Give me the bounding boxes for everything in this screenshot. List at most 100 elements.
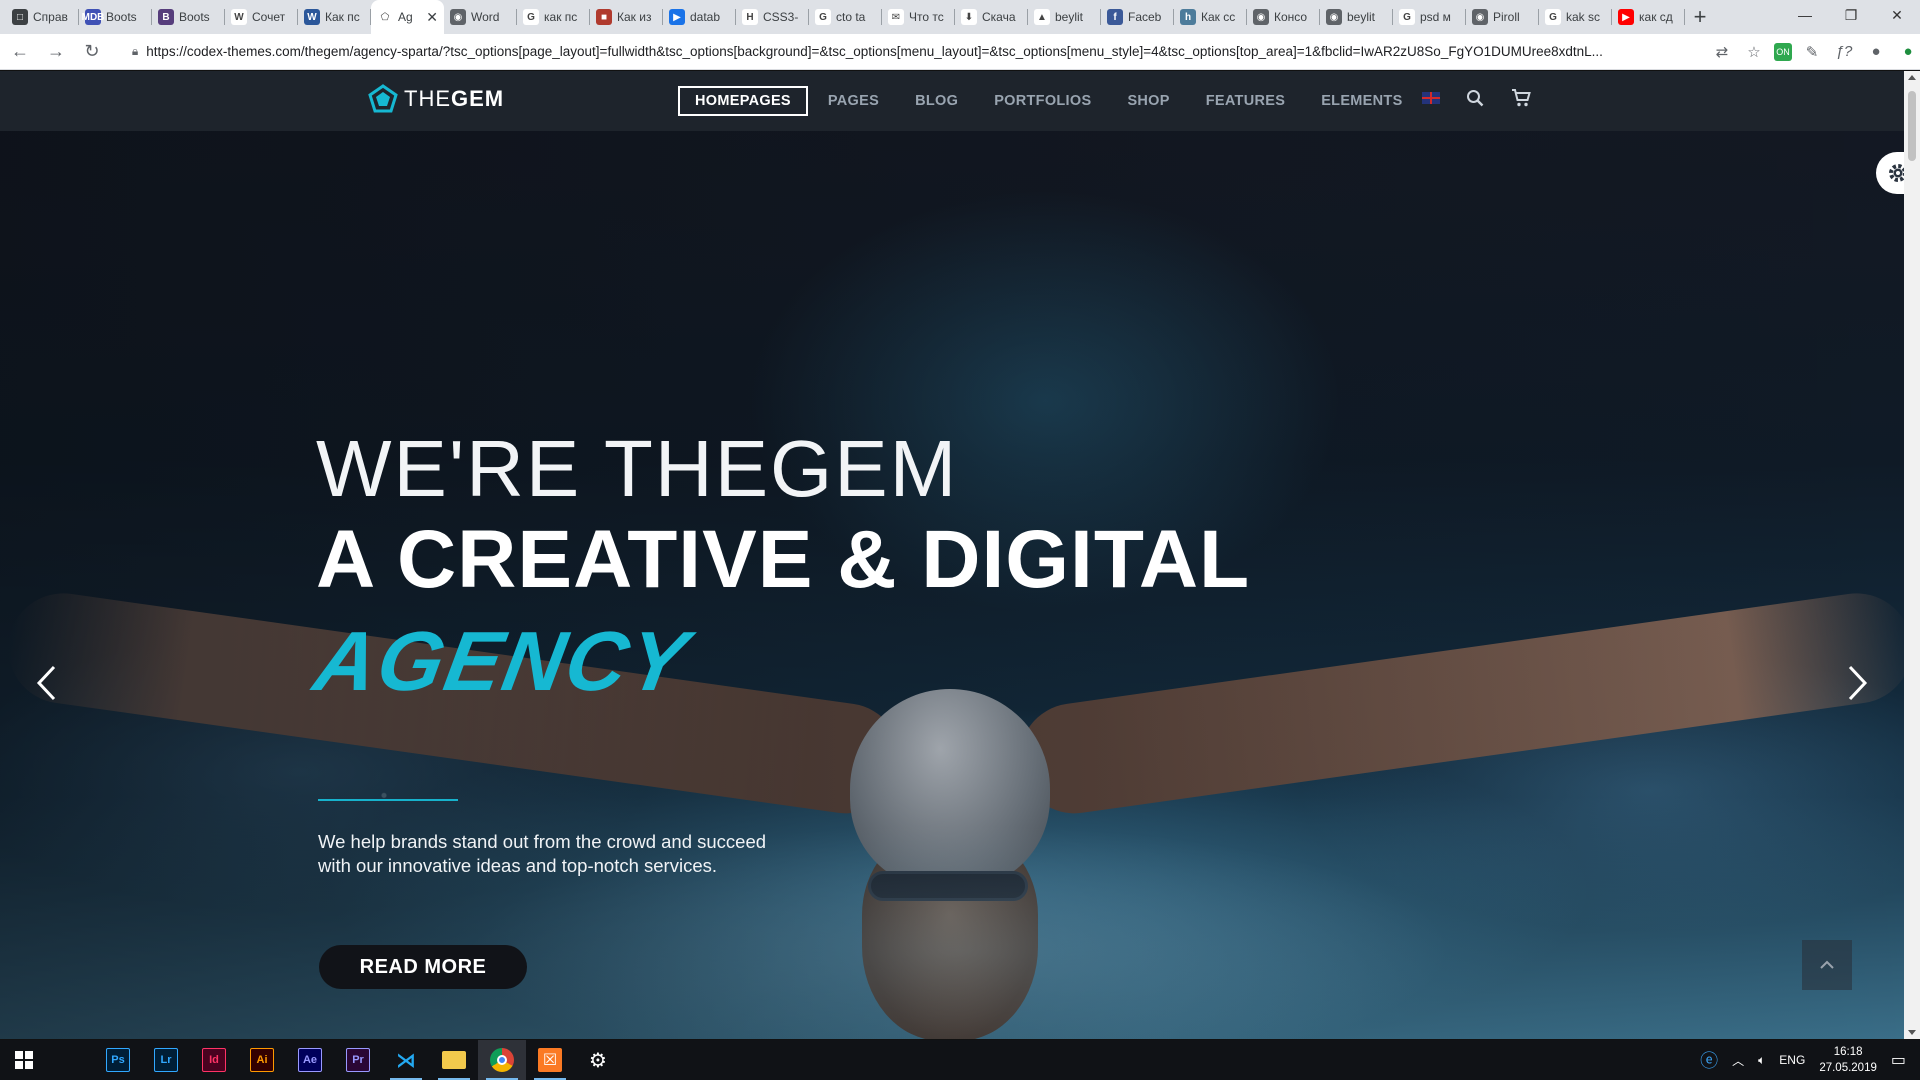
- nav-item-homepages[interactable]: HOMEPAGES: [678, 86, 808, 116]
- scroll-down-arrow-icon[interactable]: [1908, 1030, 1916, 1035]
- nav-item-shop[interactable]: SHOP: [1109, 86, 1187, 116]
- browser-tab[interactable]: ◉ Консо: [1247, 0, 1320, 34]
- hero-description-line1: We help brands stand out from the crowd …: [318, 831, 767, 852]
- browser-tab[interactable]: ■ Как из: [590, 0, 663, 34]
- flag-icon: ▶: [669, 9, 685, 25]
- google-icon: G: [815, 9, 831, 25]
- profile-icon[interactable]: ●: [1864, 40, 1888, 64]
- browser-tab[interactable]: ⬇ Скача: [955, 0, 1028, 34]
- formula-extension-icon[interactable]: ƒ?: [1832, 40, 1856, 64]
- browser-tab[interactable]: Gкак пс: [517, 0, 590, 34]
- eyedropper-icon[interactable]: ✎: [1800, 40, 1824, 64]
- show-hidden-icons-chevron-icon[interactable]: ︿: [1732, 1052, 1744, 1069]
- browser-tab[interactable]: H CSS3-: [736, 0, 809, 34]
- download-icon: ⬇: [961, 9, 977, 25]
- forward-icon[interactable]: →: [40, 36, 72, 68]
- browser-tab[interactable]: B Boots: [152, 0, 225, 34]
- windows-taskbar: Ps Lr Id Ai Ae Pr ⋊ ☒ ⚙ ⓔ ︿ 🔈︎ ENG 16:18 27.05.2…: [0, 1040, 1920, 1080]
- taskbar-app[interactable]: Ps: [94, 1040, 142, 1080]
- browser-tab[interactable]: W Как пс: [298, 0, 371, 34]
- thegem-icon: ⬠: [377, 9, 393, 25]
- logo-text: THEGEM: [404, 86, 505, 111]
- close-window-button[interactable]: ✕: [1874, 0, 1920, 30]
- page-scrollbar[interactable]: [1904, 71, 1920, 1039]
- translate-icon[interactable]: ⇄: [1710, 40, 1734, 64]
- browser-tab[interactable]: Gcto ta: [809, 0, 882, 34]
- taskbar-app[interactable]: Ae: [286, 1040, 334, 1080]
- nav-item-features[interactable]: FEATURES: [1188, 86, 1303, 116]
- extension-icon[interactable]: ON: [1774, 42, 1793, 61]
- update-icon[interactable]: ●: [1896, 40, 1920, 64]
- browser-tab[interactable]: Gpsd м: [1393, 0, 1466, 34]
- search-icon[interactable]: [1464, 87, 1486, 109]
- read-more-button[interactable]: READ MORE: [319, 945, 527, 989]
- browser-tab[interactable]: ▶ datab: [663, 0, 736, 34]
- premiere-icon: Pr: [346, 1048, 370, 1072]
- browser-tab[interactable]: □ Справ: [6, 0, 79, 34]
- nav-item-blog[interactable]: BLOG: [897, 86, 976, 116]
- browser-tab[interactable]: Gkak sc: [1539, 0, 1612, 34]
- taskbar-app[interactable]: ⚙: [574, 1040, 622, 1080]
- taskbar-app[interactable]: ☒: [526, 1040, 574, 1080]
- lock-icon: 🔒︎: [131, 44, 139, 58]
- nav-item-elements[interactable]: ELEMENTS: [1303, 86, 1420, 116]
- bookmark-star-icon[interactable]: ☆: [1742, 40, 1766, 64]
- action-center-icon[interactable]: ▭: [1891, 1050, 1906, 1070]
- scroll-to-top-button[interactable]: [1802, 940, 1852, 990]
- browser-tab[interactable]: ◉ beylit: [1320, 0, 1393, 34]
- file-explorer-icon: [442, 1051, 466, 1069]
- edge-notification-icon[interactable]: ⓔ: [1700, 1047, 1718, 1073]
- taskbar-app[interactable]: [478, 1040, 526, 1080]
- browser-tab[interactable]: W Сочет: [225, 0, 298, 34]
- taskbar-app[interactable]: Id: [190, 1040, 238, 1080]
- url-text: https://codex-themes.com/thegem/agency-s…: [146, 44, 1603, 59]
- cart-icon[interactable]: [1510, 87, 1532, 109]
- browser-tab[interactable]: ✉ Что тс: [882, 0, 955, 34]
- chat-icon: □: [12, 9, 28, 25]
- new-tab-button[interactable]: +: [1685, 0, 1715, 34]
- browser-tab[interactable]: ▲ beylit: [1028, 0, 1101, 34]
- volume-icon[interactable]: 🔈︎: [1758, 1053, 1765, 1068]
- browser-toolbar: ← → ↻ 🔒︎ https://codex-themes.com/thegem…: [0, 34, 1920, 70]
- browser-tab[interactable]: h Как сс: [1174, 0, 1247, 34]
- slider-prev-arrow-icon[interactable]: [26, 659, 66, 707]
- taskbar-app[interactable]: ⋊: [382, 1040, 430, 1080]
- minimize-button[interactable]: —: [1782, 0, 1828, 30]
- windows-start-icon[interactable]: [0, 1040, 48, 1080]
- nav-item-pages[interactable]: PAGES: [810, 86, 897, 116]
- address-bar[interactable]: 🔒︎ https://codex-themes.com/thegem/agenc…: [122, 38, 1700, 66]
- taskbar-app[interactable]: Lr: [142, 1040, 190, 1080]
- globe-icon: ◉: [1326, 9, 1342, 25]
- site-header: THEGEM HOMEPAGES PAGES BLOG PORTFOLIOS SHOP F…: [0, 71, 1920, 131]
- habr-icon: h: [1180, 9, 1196, 25]
- system-clock[interactable]: 16:18 27.05.2019: [1819, 1044, 1877, 1076]
- clock-date: 27.05.2019: [1819, 1062, 1877, 1074]
- browser-tab[interactable]: ◉ Word: [444, 0, 517, 34]
- slider-next-arrow-icon[interactable]: [1838, 659, 1878, 707]
- word-icon: W: [304, 9, 320, 25]
- google-icon: G: [523, 9, 539, 25]
- browser-tab[interactable]: ▶ как сд: [1612, 0, 1685, 34]
- uk-flag-icon[interactable]: [1422, 92, 1440, 104]
- reload-icon[interactable]: ↻: [76, 36, 108, 68]
- tab-label: Boots: [106, 10, 137, 24]
- globe-icon: ◉: [1253, 9, 1269, 25]
- browser-tab[interactable]: ◉ Piroll: [1466, 0, 1539, 34]
- taskbar-app[interactable]: Pr: [334, 1040, 382, 1080]
- browser-tab[interactable]: MDB Boots: [79, 0, 152, 34]
- tab-label: Word: [471, 10, 500, 24]
- tab-label: Faceb: [1128, 10, 1162, 24]
- browser-tab[interactable]: f Faceb: [1101, 0, 1174, 34]
- scroll-up-arrow-icon[interactable]: [1908, 75, 1916, 80]
- hero-heading-line1: WE'RE THEGEM: [316, 424, 959, 513]
- close-tab-icon[interactable]: ✕: [426, 9, 438, 26]
- back-icon[interactable]: ←: [4, 36, 36, 68]
- taskbar-app[interactable]: [430, 1040, 478, 1080]
- scrollbar-thumb[interactable]: [1908, 91, 1916, 161]
- browser-tab[interactable]: ⬠ Ag ✕: [371, 0, 444, 34]
- site-logo[interactable]: THEGEM: [368, 84, 504, 114]
- taskbar-app[interactable]: Ai: [238, 1040, 286, 1080]
- nav-item-portfolios[interactable]: PORTFOLIOS: [976, 86, 1109, 116]
- language-indicator[interactable]: ENG: [1779, 1053, 1805, 1067]
- maximize-button[interactable]: ❐: [1828, 0, 1874, 30]
